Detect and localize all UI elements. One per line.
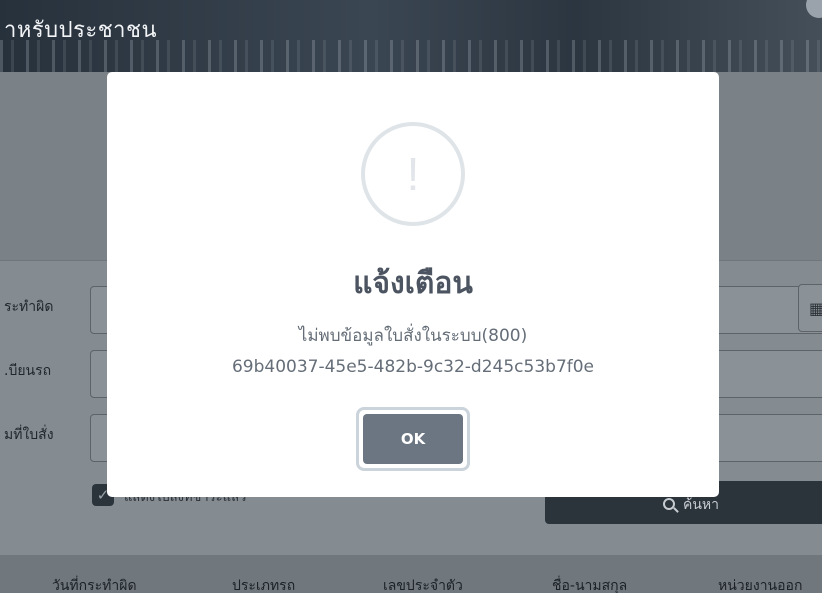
calendar-icon[interactable]: ▦ — [798, 284, 822, 332]
alert-dialog: ! แจ้งเตือน ไม่พบข้อมูลใบสั่งในระบบ(800)… — [107, 72, 719, 497]
warning-circle-icon: ! — [361, 122, 465, 226]
page-title: าหรับประชาชน — [4, 18, 157, 43]
header-banner: าหรับประชาชน — [0, 0, 822, 72]
profile-icon — [806, 0, 822, 18]
exclamation-icon: ! — [406, 148, 420, 200]
ok-button[interactable]: OK — [363, 414, 463, 464]
search-button-label: ค้นหา — [683, 497, 720, 513]
dialog-title: แจ้งเตือน — [353, 266, 473, 301]
search-icon — [663, 498, 675, 510]
violation-date-label: ระทำผิด — [4, 299, 54, 315]
dialog-message: ไม่พบข้อมูลใบสั่งในระบบ(800) — [298, 326, 528, 346]
dialog-reference-id: 69b40037-45e5-482b-9c32-d245c53b7f0e — [231, 357, 595, 377]
column-violation-date: วันที่กระทำผิด — [52, 578, 137, 593]
plate-label: .บียนรถ — [4, 363, 52, 379]
column-vehicle-type: ประเภทรถ — [232, 578, 296, 593]
column-id-number: เลขประจำตัว — [383, 578, 463, 593]
ticket-number-label: มที่ใบสั่ง — [4, 427, 54, 443]
column-full-name: ชื่อ-นามสกุล — [552, 578, 628, 593]
ok-button-focus-ring: OK — [356, 407, 470, 471]
column-issuing-unit: หน่วยงานออก — [718, 578, 803, 593]
